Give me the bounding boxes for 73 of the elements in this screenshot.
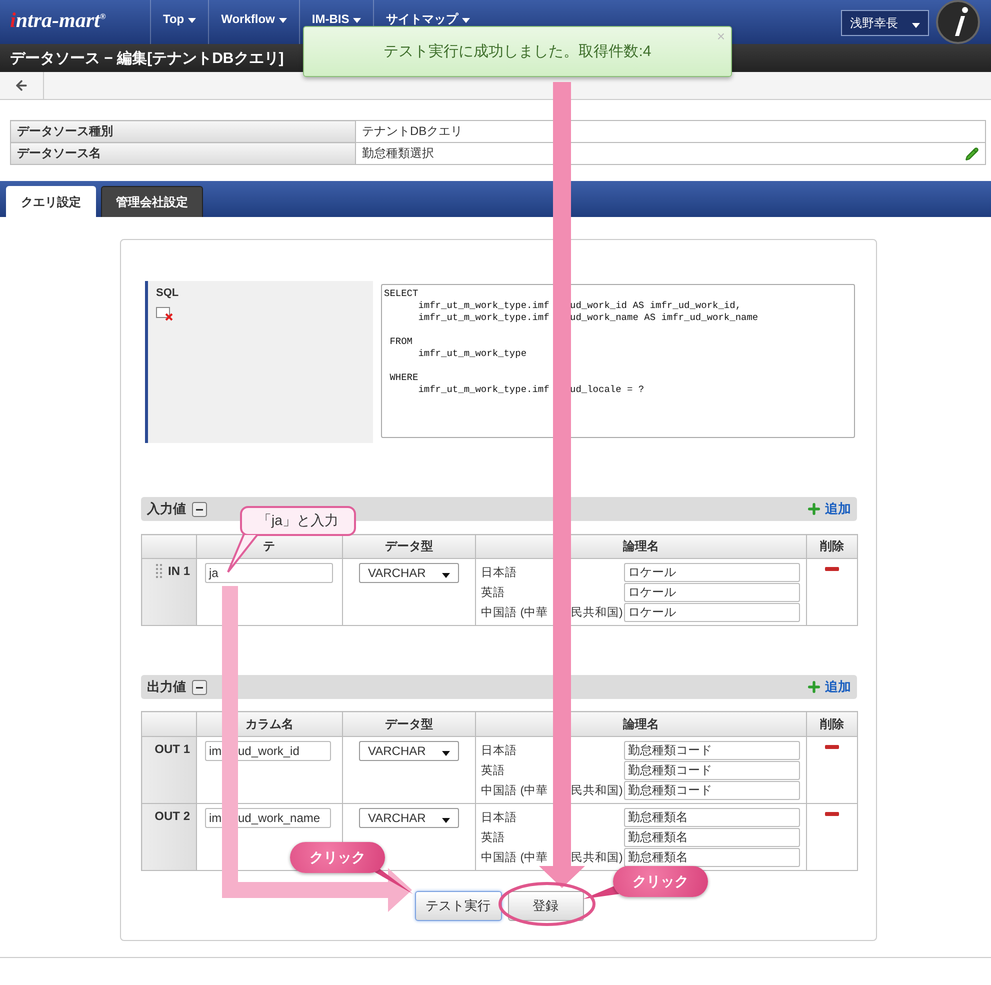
column-header: 論理名: [623, 716, 659, 730]
language-label: 中国語 (中華: [481, 784, 550, 798]
add-link[interactable]: 追加: [806, 500, 851, 518]
plus-icon: [806, 501, 822, 517]
text-field[interactable]: ja: [205, 563, 333, 583]
caret-icon: [442, 751, 450, 756]
type-select[interactable]: VARCHAR: [359, 808, 459, 828]
language-label: 英語: [481, 586, 505, 600]
collapse-icon[interactable]: [192, 680, 207, 694]
section-title: 入力値: [147, 500, 186, 518]
caret-icon: [353, 18, 362, 23]
clear-icon[interactable]: [156, 307, 173, 321]
action-button[interactable]: テスト実行: [414, 891, 502, 921]
language-label: 中国語 (中華: [481, 850, 550, 864]
type-select[interactable]: VARCHAR: [359, 563, 459, 583]
column-header: テ: [263, 539, 275, 553]
tab[interactable]: 管理会社設定: [101, 186, 203, 217]
edit-icon[interactable]: [965, 146, 979, 160]
click-bubble: クリック: [613, 866, 708, 897]
drag-handle-icon[interactable]: [156, 564, 162, 578]
row-key: IN 1: [168, 564, 190, 578]
language-label: 民共和国): [571, 850, 623, 864]
field-label: データソース名: [10, 142, 356, 164]
column-header: 論理名: [623, 539, 659, 553]
text-field[interactable]: ロケール: [624, 602, 800, 622]
language-label: 民共和国): [571, 606, 623, 620]
toast-message: テスト実行に成功しました。取得件数:4: [384, 42, 652, 61]
column-header: 削除: [820, 539, 844, 553]
callout-pointer: [226, 534, 260, 574]
row-key: OUT 1: [154, 742, 190, 756]
field-value: 勤怠種類選択: [362, 145, 434, 162]
text-field[interactable]: 勤怠種類名: [624, 848, 800, 866]
text-field[interactable]: 勤怠種類コード: [624, 760, 800, 780]
plus-icon: [806, 679, 822, 695]
section-title: 出力値: [147, 678, 186, 696]
column-header: カラム名: [246, 716, 294, 730]
caret-icon: [188, 18, 196, 23]
row-key: OUT 2: [154, 809, 190, 823]
field-value: テナントDBクエリ: [362, 123, 463, 140]
tab[interactable]: クエリ設定: [6, 186, 96, 217]
text-field[interactable]: 勤怠種類名: [624, 808, 800, 826]
text-field[interactable]: 勤怠種類名: [624, 828, 800, 846]
add-link[interactable]: 追加: [806, 678, 851, 696]
language-label: 英語: [481, 830, 505, 844]
text-field[interactable]: ロケール: [624, 582, 800, 602]
language-label: 中国語 (中華: [481, 606, 550, 620]
language-label: 日本語: [481, 566, 517, 580]
caret-icon: [462, 18, 470, 23]
caret-icon: [912, 23, 920, 28]
action-button[interactable]: 登録: [508, 891, 584, 921]
logo-icon: [935, 0, 981, 44]
text-field[interactable]: 勤怠種類コード: [624, 780, 800, 800]
sql-label: SQL: [156, 287, 180, 299]
text-field[interactable]: 勤怠種類コード: [624, 740, 800, 760]
language-label: 英語: [481, 764, 505, 778]
user-menu[interactable]: 浅野幸長: [841, 10, 929, 36]
text-field[interactable]: ロケール: [624, 562, 800, 582]
click-bubble: クリック: [290, 842, 385, 873]
logo: intra-mart$^{®}$: [9, 7, 107, 33]
caret-icon: [278, 18, 287, 23]
collapse-icon[interactable]: [192, 502, 207, 516]
page-title: データソース − 編集[テナントDBクエリ]: [10, 50, 284, 67]
language-label: 民共和国): [571, 784, 623, 798]
caret-icon: [442, 573, 450, 578]
column-header: 削除: [820, 716, 844, 730]
type-select[interactable]: VARCHAR: [359, 741, 459, 761]
language-label: 日本語: [481, 744, 517, 758]
language-label: 日本語: [481, 810, 517, 824]
column-header: データ型: [385, 716, 433, 730]
column-header: データ型: [385, 539, 433, 553]
field-label: データソース種別: [10, 120, 356, 142]
caret-icon: [442, 818, 450, 823]
sql-editor[interactable]: SELECT imfr_ut_m_work_type.imf ud_work_id AS imfr_ud_work_id, imfr_ut_m_work_type.imf ud_work_name AS imfr_ud_work_name FROM imfr_ut_m_work_type WHERE imfr_ut_m_work_type.imf ud_locale = ?: [381, 284, 855, 438]
